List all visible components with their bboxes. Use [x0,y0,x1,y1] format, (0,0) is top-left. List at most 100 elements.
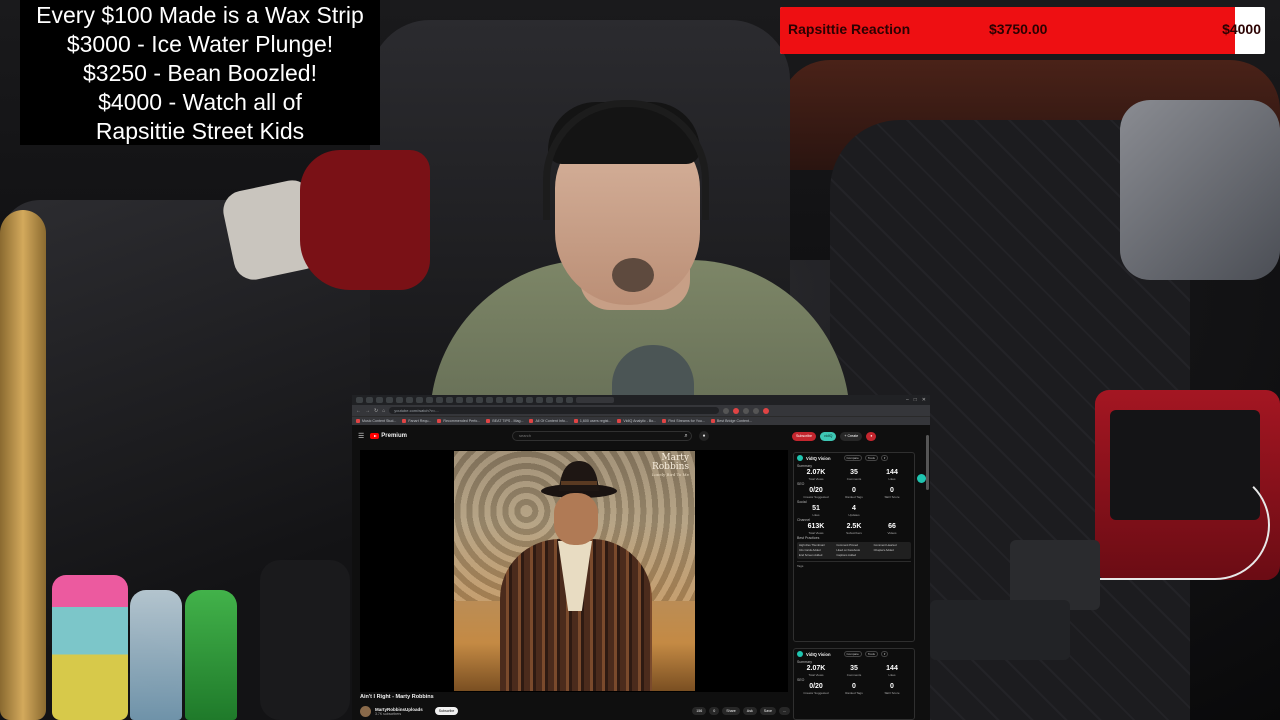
browser-tab[interactable] [546,397,553,403]
browser-tab[interactable] [356,397,363,403]
goal-line: Rapsittie Street Kids [95,118,305,144]
create-button[interactable]: + Create [840,432,863,441]
subscribe-header-button[interactable]: Subscribe [792,432,816,441]
browser-tab[interactable] [526,397,533,403]
back-icon[interactable]: ← [356,408,361,414]
green-bottle [185,590,237,720]
browser-tab[interactable] [556,397,563,403]
browser-tab[interactable] [416,397,423,403]
menu-icon[interactable]: ☰ [358,432,364,440]
best-practice-item: Chapters Added [873,548,894,552]
bookmark[interactable]: BEAT TIPS - Mag... [486,419,523,423]
compare-dropdown[interactable]: Compare [843,455,862,461]
search-input[interactable]: search [512,431,692,441]
stat: 66 Videos [876,523,908,535]
maximize-icon[interactable]: □ [914,397,917,403]
best-practices-grid: High-Res Thumbnail Comment Pinned Commen… [797,542,911,559]
collapse-icon[interactable]: ▾ [880,651,889,657]
vidiq-button[interactable]: vidIQ [819,432,837,441]
profile-icon[interactable] [763,407,770,414]
browser-tab[interactable] [426,397,433,403]
subscribe-button[interactable]: Subscribe [434,707,459,715]
bookmark[interactable]: VidIQ Analytic - Bo... [617,419,656,423]
search-icon[interactable]: ⌕ [678,431,694,441]
minimize-icon[interactable]: – [906,397,909,403]
voice-search-icon[interactable]: ● [699,431,709,441]
vidiq-float-icon[interactable] [917,474,926,483]
bookmark[interactable]: Find Streams for You... [662,419,705,423]
stat-value: 144 [886,665,898,672]
extension-icon[interactable] [723,407,730,414]
vidiq-logo-icon [797,651,803,657]
browser-tab[interactable] [486,397,493,403]
browser-tab[interactable] [566,397,573,403]
best-practice-item: End Screen Added [799,553,823,557]
stat-value: 2.07K [806,469,826,476]
ask-button[interactable]: Ask [742,707,757,715]
collapse-icon[interactable]: ▾ [880,455,889,461]
browser-window: – □ ✕ ← → ↻ ⌂ youtube.com/watch?v=... Mu… [352,395,930,720]
extension-icon[interactable] [743,407,750,414]
forward-icon[interactable]: → [365,408,370,414]
stat: 51 Likes [800,505,832,517]
home-icon[interactable]: ⌂ [382,408,385,414]
youtube-logo[interactable]: Premium [370,433,407,439]
album-title-line: Robbins [651,462,689,472]
album-subtitle: Lonely Bird To Me [651,472,689,477]
tab-strip: – □ ✕ [352,395,930,405]
browser-tab[interactable] [366,397,373,403]
stat: 35 Comments [838,469,870,481]
bookmark[interactable]: 1,600 users regist... [574,419,612,423]
notifications-icon[interactable]: ● [866,432,877,441]
bookmark[interactable]: All Of Content Info... [529,419,567,423]
avatar[interactable] [360,705,371,717]
stat-label: Creator Suggested [803,495,829,499]
browser-tab[interactable] [396,397,403,403]
tools-dropdown[interactable]: Tools [864,651,878,657]
extension-icon[interactable] [753,407,760,414]
browser-tab[interactable] [406,397,413,403]
browser-tab[interactable] [446,397,453,403]
compare-dropdown[interactable]: Compare [843,651,862,657]
bookmark[interactable]: Recommended Perfo... [437,419,480,423]
browser-tab[interactable] [456,397,463,403]
browser-tab[interactable] [516,397,523,403]
browser-tab[interactable] [506,397,513,403]
stat-value: 0/20 [809,683,823,690]
browser-tab[interactable] [466,397,473,403]
browser-tab[interactable] [436,397,443,403]
stat-label: Total Views [808,531,824,535]
share-button[interactable]: Share [722,707,740,715]
stat: 4 Updates [838,505,870,517]
tools-dropdown[interactable]: Tools [864,455,878,461]
scrollbar[interactable] [926,435,929,490]
reload-icon[interactable]: ↻ [374,408,378,414]
stat: 2.07K Total Views [800,665,832,677]
browser-tab[interactable] [376,397,383,403]
browser-tab[interactable] [536,397,543,403]
browser-tab[interactable] [476,397,483,403]
browser-tab-active[interactable] [576,397,614,403]
bookmark[interactable]: Music Content Stud... [356,419,396,423]
stat-value: 613K [807,523,825,530]
bookmark[interactable]: Best Bridge Content... [711,419,752,423]
summary-stats: 2.07K Total Views 35 Comments 144 Likes [794,468,914,481]
dislike-button[interactable]: 0 [709,707,720,715]
social-stats: 51 Likes 4 Updates [794,504,914,517]
stat-label: Likes [888,477,896,481]
channel-stats: 613K Total Views 2.5K Subscribers 66 Videos [794,522,914,535]
like-button[interactable]: 156 [692,707,707,715]
stat-value: 0/20 [809,487,823,494]
more-button[interactable]: ... [779,707,790,715]
close-icon[interactable]: ✕ [922,397,926,403]
url-field[interactable]: youtube.com/watch?v=... [389,407,720,414]
bookmark[interactable]: Fanart Requ... [402,419,431,423]
browser-tab[interactable] [386,397,393,403]
streamer-goatee [612,258,654,292]
browser-tab[interactable] [496,397,503,403]
album-cover: Marty Robbins Lonely Bird To Me [454,451,695,691]
stat-value: 66 [888,523,896,530]
extension-icon[interactable] [733,407,740,414]
save-button[interactable]: Save [759,707,776,715]
video-player[interactable]: Marty Robbins Lonely Bird To Me [360,450,788,692]
